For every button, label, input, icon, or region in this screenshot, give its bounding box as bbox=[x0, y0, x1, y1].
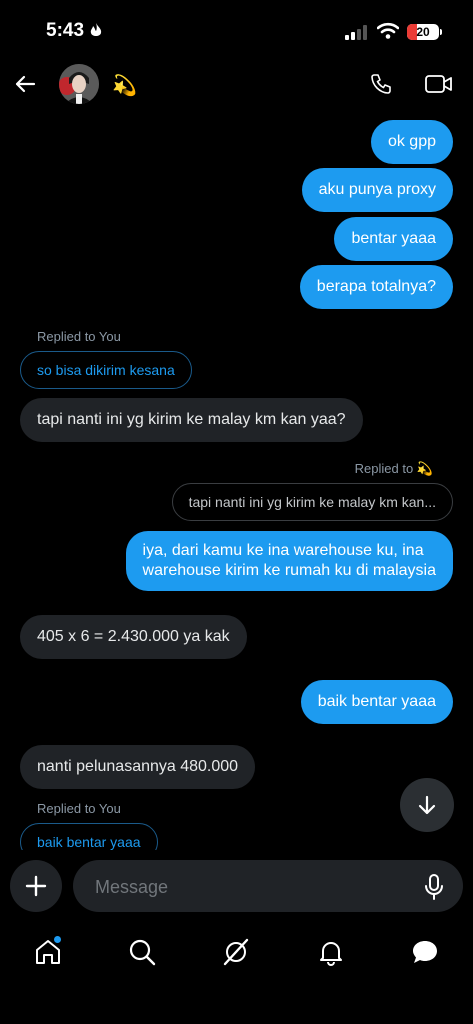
message-composer bbox=[73, 860, 463, 914]
message-incoming[interactable]: 405 x 6 = 2.430.000 ya kak bbox=[20, 615, 247, 659]
reply-label: Replied to 💫 bbox=[354, 461, 433, 476]
plus-icon bbox=[25, 875, 47, 897]
avatar-portrait bbox=[59, 64, 99, 104]
battery-indicator: 20 bbox=[407, 24, 439, 40]
grok-icon[interactable] bbox=[222, 938, 250, 966]
reply-label: Replied to You bbox=[37, 801, 121, 816]
arrow-down-icon bbox=[418, 795, 436, 815]
video-camera-icon[interactable] bbox=[425, 73, 453, 95]
phone-icon[interactable] bbox=[369, 72, 393, 96]
messages-icon[interactable] bbox=[411, 938, 439, 966]
message-outgoing[interactable]: ok gpp bbox=[370, 120, 453, 164]
message-line: warehouse kirim ke rumah ku di malaysia bbox=[142, 562, 436, 579]
search-icon[interactable] bbox=[128, 938, 156, 966]
quoted-message[interactable]: tapi nanti ini yg kirim ke malay km kan.… bbox=[171, 483, 453, 521]
flame-icon bbox=[91, 23, 102, 36]
message-line: iya, dari kamu ke ina warehouse ku, ina bbox=[142, 542, 424, 559]
message-outgoing[interactable]: iya, dari kamu ke ina warehouse ku, ina … bbox=[125, 531, 453, 591]
bell-icon[interactable] bbox=[317, 938, 345, 966]
notification-badge bbox=[54, 936, 61, 943]
message-outgoing[interactable]: aku punya proxy bbox=[301, 168, 453, 212]
battery-cap bbox=[440, 29, 442, 35]
microphone-icon[interactable] bbox=[423, 874, 445, 900]
quoted-message[interactable]: baik bentar yaaa bbox=[20, 823, 158, 850]
cellular-signal-icon bbox=[345, 25, 367, 40]
scroll-to-bottom-button[interactable] bbox=[400, 778, 454, 832]
bottom-navigation bbox=[0, 925, 473, 985]
wifi-icon bbox=[377, 22, 399, 39]
quoted-message[interactable]: so bisa dikirim kesana bbox=[20, 351, 192, 389]
message-outgoing[interactable]: bentar yaaa bbox=[334, 217, 453, 261]
status-time: 5:43 bbox=[46, 20, 103, 42]
message-incoming[interactable]: nanti pelunasannya 480.000 bbox=[20, 745, 256, 789]
avatar[interactable] bbox=[59, 64, 99, 104]
arrow-left-icon[interactable] bbox=[13, 72, 37, 96]
message-incoming[interactable]: tapi nanti ini yg kirim ke malay km kan … bbox=[20, 398, 363, 442]
reply-label: Replied to You bbox=[37, 329, 121, 344]
add-attachment-button[interactable] bbox=[10, 860, 62, 912]
clipped-message-area: baik bentar yaaa bbox=[0, 820, 473, 850]
contact-name[interactable]: 💫 bbox=[112, 73, 137, 98]
message-outgoing[interactable]: berapa totalnya? bbox=[299, 265, 453, 309]
message-input[interactable] bbox=[93, 860, 397, 914]
message-outgoing[interactable]: baik bentar yaaa bbox=[300, 680, 453, 724]
